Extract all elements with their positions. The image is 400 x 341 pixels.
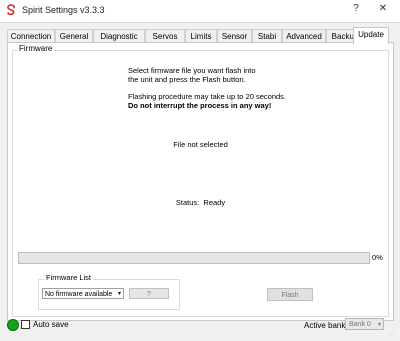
flash-progress-bar [18, 252, 370, 264]
update-tab-panel: Firmware Select firmware file you want f… [7, 42, 394, 321]
tab-advanced[interactable]: Advanced [282, 29, 326, 43]
title-bar: Spirit Settings v3.3.3 ? ✕ [0, 0, 400, 22]
tab-sensor[interactable]: Sensor [217, 29, 252, 43]
active-bank-label: Active bank: [304, 321, 348, 330]
firmware-info-button[interactable]: ? [129, 288, 169, 299]
tab-limits[interactable]: Limits [185, 29, 217, 43]
instruction-line-1: Select firmware file you want flash into [128, 66, 256, 75]
active-bank-value: Bank 0 [349, 321, 371, 328]
window-title: Spirit Settings v3.3.3 [22, 5, 105, 15]
file-status: File not selected [173, 140, 228, 149]
dropdown-arrow-icon: ▾ [117, 291, 121, 297]
resize-grip-icon[interactable]: ⋰ [389, 330, 397, 338]
status-label: Status: [175, 198, 200, 207]
tab-update[interactable]: Update [353, 27, 389, 44]
instruction-line-2: the unit and press the Flash button. [128, 75, 246, 84]
firmware-list-legend: Firmware List [44, 273, 94, 282]
status-line: Status: Ready [8, 198, 393, 207]
warning-message: Do not interrupt the process in any way! [128, 101, 272, 110]
close-button[interactable]: ✕ [373, 3, 393, 19]
autosave-label: Auto save [33, 320, 69, 329]
flash-duration-note: Flashing procedure may take up to 20 sec… [128, 92, 287, 101]
app-logo-icon [7, 4, 15, 16]
firmware-list-dropdown[interactable]: No firmware available ▾ [42, 288, 124, 299]
tab-stabi[interactable]: Stabi [252, 29, 282, 43]
connection-status-icon [7, 319, 19, 331]
dialog-client-area: Connection General Diagnostic Servos Lim… [0, 22, 400, 341]
tab-diagnostic[interactable]: Diagnostic [93, 29, 145, 43]
tab-connection[interactable]: Connection [7, 29, 55, 43]
progress-percent: 0% [372, 253, 383, 262]
help-button[interactable]: ? [346, 3, 366, 19]
autosave-checkbox[interactable] [21, 320, 30, 329]
dropdown-arrow-icon: ▾ [377, 322, 381, 328]
active-bank-dropdown[interactable]: Bank 0 ▾ [345, 318, 384, 330]
flash-button[interactable]: Flash [267, 288, 313, 301]
firmware-group-legend: Firmware [17, 44, 55, 53]
tab-servos[interactable]: Servos [145, 29, 185, 43]
status-value: Ready [203, 198, 226, 207]
firmware-list-selected: No firmware available [45, 291, 113, 298]
tab-general[interactable]: General [55, 29, 93, 43]
